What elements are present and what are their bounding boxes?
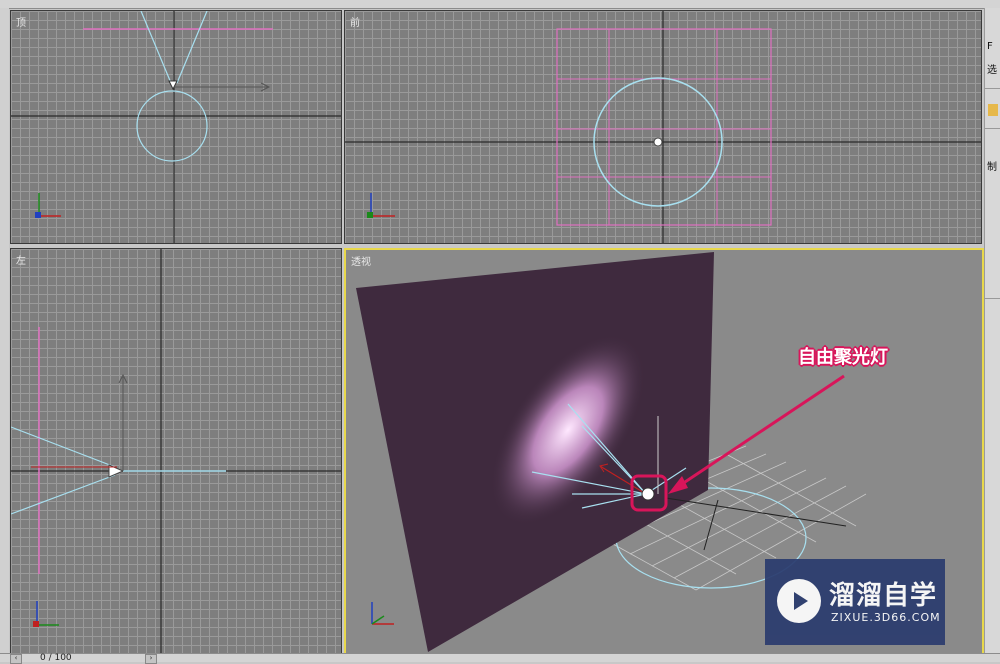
panel-divider	[985, 298, 1000, 299]
command-panel-item[interactable]: 选	[987, 61, 1000, 76]
arrow-right-icon[interactable]: ›	[145, 654, 157, 664]
panel-divider	[985, 88, 1000, 89]
watermark: 溜溜自学 ZIXUE.3D66.COM	[765, 559, 945, 645]
left-toolbar-strip	[0, 8, 9, 653]
play-logo-icon	[777, 579, 821, 623]
color-swatch[interactable]	[988, 104, 998, 116]
command-panel-item[interactable]: F	[987, 41, 1000, 52]
top-view-scene	[11, 11, 341, 243]
front-view-scene	[345, 11, 981, 243]
viewport-left[interactable]: 左	[10, 248, 342, 655]
top-toolbar-strip	[0, 0, 1000, 9]
viewport-front[interactable]: 前	[344, 10, 982, 244]
panel-divider	[985, 128, 1000, 129]
viewport-top[interactable]: 顶	[10, 10, 342, 244]
left-view-scene	[11, 249, 341, 654]
watermark-subtitle: ZIXUE.3D66.COM	[831, 611, 941, 624]
watermark-title: 溜溜自学	[829, 581, 938, 611]
command-panel: F 选 制	[984, 8, 1000, 653]
arrow-left-icon[interactable]: ‹	[10, 654, 22, 664]
frame-counter: 0 / 100	[40, 653, 72, 663]
command-panel-item[interactable]: 制	[987, 158, 1000, 173]
annotation-label: 自由聚光灯	[798, 347, 888, 368]
